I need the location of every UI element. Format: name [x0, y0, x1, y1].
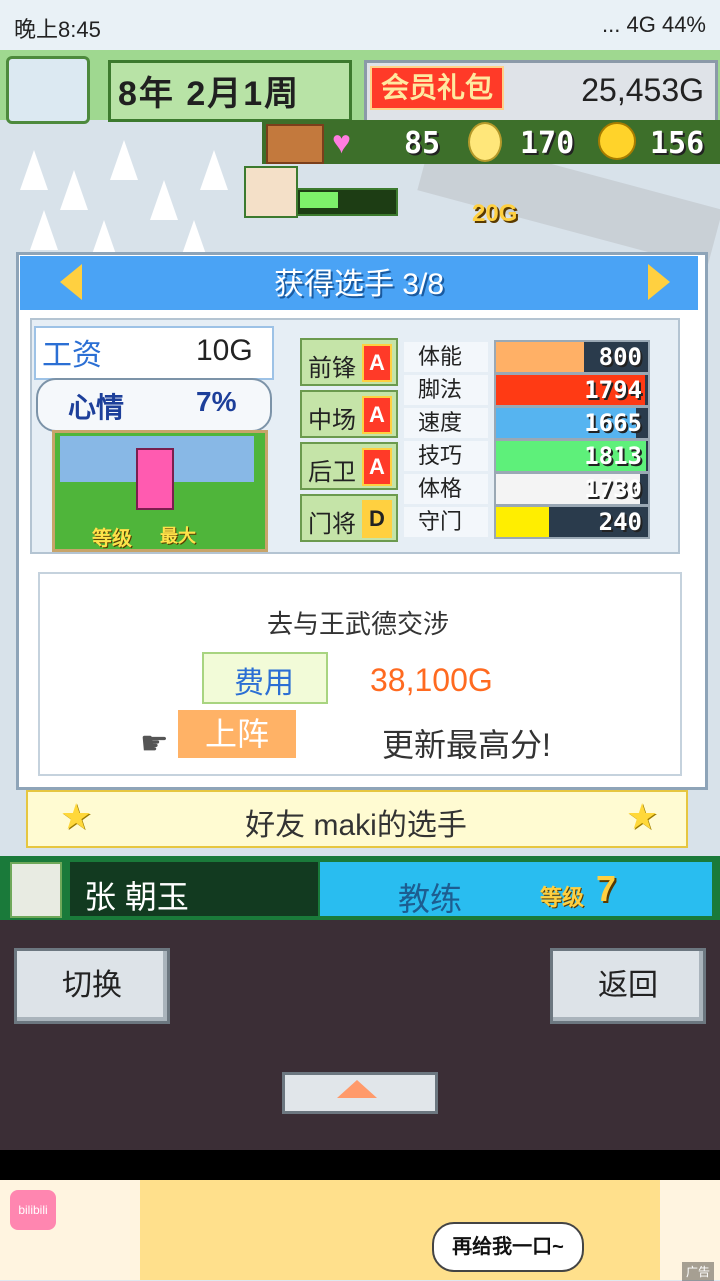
- friend-player-text: 好友 maki的选手: [245, 809, 467, 842]
- stat-value: 800: [598, 343, 642, 371]
- position-name: 门将: [308, 511, 356, 538]
- position-name: 中场: [308, 407, 356, 434]
- coach-role: 教练: [398, 881, 463, 917]
- stat-bar: 1665: [494, 406, 650, 440]
- staff-progress-fill: [300, 192, 338, 208]
- coin-icon: [598, 122, 636, 160]
- ad-tag: 广告: [681, 1262, 714, 1281]
- pointing-hand-icon: ☛: [140, 725, 169, 761]
- stat-name: 技巧: [404, 441, 488, 471]
- status-time: 晚上8:45: [14, 17, 101, 42]
- position-forward: 前锋 A: [300, 338, 398, 386]
- stat-fill: [496, 342, 585, 372]
- salary-label: 工资: [42, 339, 102, 372]
- negotiation-title: 去与王武德交涉: [266, 609, 449, 639]
- tree-icon: [200, 150, 228, 190]
- fee-value: 38,100G: [370, 662, 493, 698]
- position-grade: A: [362, 396, 392, 434]
- grade-value: 最大: [160, 526, 196, 546]
- player-sprite: [136, 448, 174, 510]
- stat-value: 1730: [584, 475, 642, 503]
- coins-count: 156: [650, 126, 705, 161]
- stat-value: 1794: [584, 376, 642, 404]
- status-indicators: ... 4G 44%: [602, 12, 706, 37]
- ad-illustration: [140, 1180, 660, 1280]
- tree-icon: [110, 140, 138, 180]
- tree-icon: [20, 150, 48, 190]
- stat-bar: 1730: [494, 472, 650, 506]
- stat-name: 速度: [404, 408, 488, 438]
- staff-face-icon: [244, 166, 298, 218]
- status-bar: 晚上8:45 ... 4G 44%: [0, 0, 720, 50]
- avatar[interactable]: [6, 56, 90, 124]
- mood-label: 心情: [68, 392, 125, 423]
- ad-logo: bilibili: [10, 1190, 56, 1230]
- tree-icon: [30, 210, 58, 250]
- stat-bar: 1794: [494, 373, 650, 407]
- money-value: 25,453G: [581, 72, 704, 108]
- grade-label: 等级: [92, 528, 132, 550]
- coach-avatar: [10, 862, 62, 918]
- coach-grade-label: 等级: [540, 885, 585, 910]
- position-name: 后卫: [308, 459, 356, 486]
- position-midfield: 中场 A: [300, 390, 398, 438]
- stat-value: 240: [598, 508, 642, 536]
- salary-value: 10G: [196, 334, 253, 367]
- screen-divider: [0, 1150, 720, 1180]
- tree-icon: [150, 180, 178, 220]
- treasure-chest-icon[interactable]: [266, 124, 324, 164]
- star-icon: ★: [626, 796, 659, 837]
- position-grade: A: [362, 448, 392, 486]
- negotiation-box: [38, 572, 682, 776]
- stat-value: 1665: [584, 409, 642, 437]
- mood-value: 7%: [196, 386, 237, 417]
- stat-name: 脚法: [404, 375, 488, 405]
- panel-title: 获得选手 3/8: [273, 268, 445, 301]
- stat-bar: 1813: [494, 439, 650, 473]
- stat-fill: [496, 507, 550, 537]
- record-text: 更新最高分!: [382, 727, 551, 763]
- stat-name: 体格: [404, 474, 488, 504]
- coach-info-box: [320, 862, 712, 916]
- ideas-count: 170: [520, 126, 575, 161]
- hearts-count: 85: [404, 126, 441, 161]
- coach-name: 张 朝玉: [84, 879, 189, 915]
- deploy-button[interactable]: 上阵: [178, 710, 296, 758]
- fee-label: 费用: [234, 667, 294, 700]
- lightbulb-icon: [468, 122, 502, 162]
- floating-income: 20G: [472, 200, 518, 227]
- position-grade: D: [362, 500, 392, 538]
- coach-grade: 7: [596, 868, 617, 909]
- position-defense: 后卫 A: [300, 442, 398, 490]
- vip-gift-button[interactable]: 会员礼包: [370, 66, 504, 110]
- stat-name: 体能: [404, 342, 488, 372]
- switch-button[interactable]: 切换: [14, 948, 170, 1024]
- back-button[interactable]: 返回: [550, 948, 706, 1024]
- stat-value: 1813: [584, 442, 642, 470]
- position-name: 前锋: [308, 355, 356, 382]
- ad-speech-bubble: 再给我一口~: [432, 1222, 584, 1272]
- game-date: 8年 2月1周: [118, 75, 301, 113]
- stat-bar: 240: [494, 505, 650, 539]
- position-grade: A: [362, 344, 392, 382]
- heart-icon: ♥: [332, 124, 351, 160]
- up-arrow-icon: [337, 1080, 377, 1098]
- stat-name: 守门: [404, 507, 488, 537]
- next-arrow-icon[interactable]: [648, 264, 670, 300]
- tree-icon: [60, 170, 88, 210]
- position-goalkeeper: 门将 D: [300, 494, 398, 542]
- position-list: 前锋 A 中场 A 后卫 A 门将 D: [300, 338, 398, 542]
- stat-bar: 800: [494, 340, 650, 374]
